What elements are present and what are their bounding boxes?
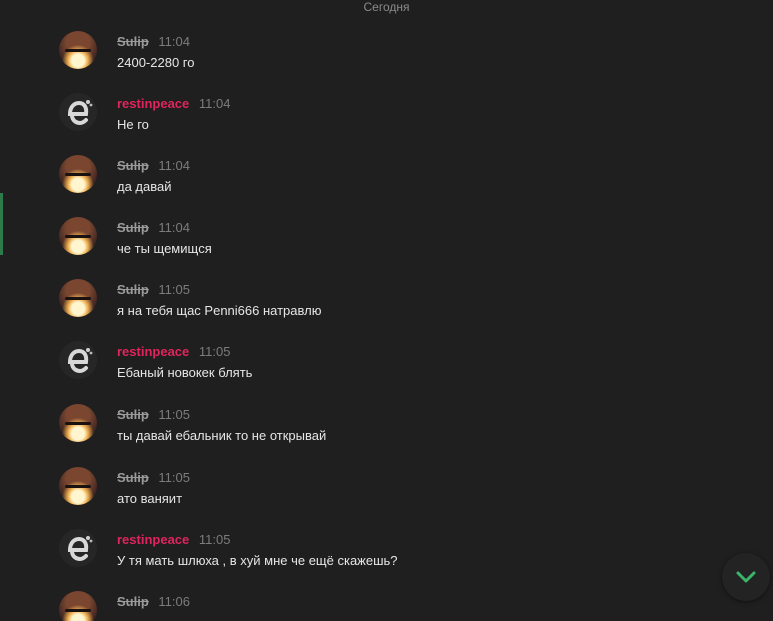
avatar[interactable] bbox=[59, 467, 97, 505]
message[interactable]: Sulip 11:06 bbox=[59, 591, 719, 621]
username[interactable]: Sulip bbox=[117, 407, 149, 422]
message-text: 2400-2280 го bbox=[117, 55, 195, 70]
message[interactable]: restinpeace 11:05 У тя мать шлюха , в ху… bbox=[59, 529, 719, 577]
message-text: я на тебя щас Penni666 натравлю bbox=[117, 303, 322, 318]
username[interactable]: restinpeace bbox=[117, 96, 189, 111]
message[interactable]: Sulip 11:05 ато ваняит bbox=[59, 467, 719, 515]
username[interactable]: Sulip bbox=[117, 220, 149, 235]
chat-view: Сегодня Sulip 11:04 2400-2280 го restinp… bbox=[0, 0, 773, 621]
timestamp: 11:05 bbox=[198, 532, 231, 547]
timestamp: 11:04 bbox=[158, 158, 190, 173]
avatar[interactable] bbox=[59, 341, 97, 379]
message-text: че ты щемищся bbox=[117, 241, 212, 256]
message-header: restinpeace 11:04 bbox=[117, 96, 230, 112]
avatar[interactable] bbox=[59, 591, 97, 621]
timestamp: 11:05 bbox=[158, 470, 190, 485]
message-header: Sulip 11:04 bbox=[117, 34, 190, 50]
message-text: У тя мать шлюха , в хуй мне че ещё скаже… bbox=[117, 553, 398, 568]
avatar[interactable] bbox=[59, 31, 97, 69]
avatar[interactable] bbox=[59, 529, 97, 567]
message-text: Не го bbox=[117, 117, 149, 132]
date-divider: Сегодня bbox=[0, 0, 773, 14]
username[interactable]: Sulip bbox=[117, 34, 149, 49]
message-header: restinpeace 11:05 bbox=[117, 532, 230, 548]
message-header: Sulip 11:04 bbox=[117, 158, 190, 174]
username[interactable]: restinpeace bbox=[117, 532, 189, 547]
timestamp: 11:05 bbox=[198, 344, 231, 359]
restinpeace-avatar-icon bbox=[59, 341, 97, 379]
username[interactable]: Sulip bbox=[117, 594, 149, 609]
avatar[interactable] bbox=[59, 279, 97, 317]
message[interactable]: Sulip 11:04 че ты щемищся bbox=[59, 217, 719, 265]
message-header: restinpeace 11:05 bbox=[117, 344, 230, 360]
username[interactable]: restinpeace bbox=[117, 344, 189, 359]
timestamp: 11:06 bbox=[158, 594, 190, 609]
message[interactable]: Sulip 11:04 2400-2280 го bbox=[59, 31, 719, 79]
username[interactable]: Sulip bbox=[117, 470, 149, 485]
message-text: ато ваняит bbox=[117, 491, 183, 506]
avatar[interactable] bbox=[59, 155, 97, 193]
message-text: да давай bbox=[117, 179, 172, 194]
restinpeace-avatar-icon bbox=[59, 93, 97, 131]
timestamp: 11:04 bbox=[158, 220, 190, 235]
avatar[interactable] bbox=[59, 93, 97, 131]
message-header: Sulip 11:05 bbox=[117, 282, 190, 298]
restinpeace-avatar-icon bbox=[59, 529, 97, 567]
message-header: Sulip 11:05 bbox=[117, 407, 190, 423]
message-text: Ебаный новокек блять bbox=[117, 365, 253, 380]
message-header: Sulip 11:05 bbox=[117, 470, 190, 486]
message[interactable]: Sulip 11:05 я на тебя щас Penni666 натра… bbox=[59, 279, 719, 327]
avatar[interactable] bbox=[59, 217, 97, 255]
message-text: ты давай ебальник то не открывай bbox=[117, 428, 327, 443]
message[interactable]: Sulip 11:05 ты давай ебальник то не откр… bbox=[59, 404, 719, 452]
timestamp: 11:05 bbox=[158, 407, 190, 422]
username[interactable]: Sulip bbox=[117, 282, 149, 297]
message-header: Sulip 11:04 bbox=[117, 220, 190, 236]
chevron-down-icon bbox=[736, 571, 756, 583]
message[interactable]: Sulip 11:04 да давай bbox=[59, 155, 719, 203]
unread-indicator-bar bbox=[0, 193, 3, 255]
timestamp: 11:04 bbox=[198, 96, 231, 111]
message-header: Sulip 11:06 bbox=[117, 594, 190, 610]
username[interactable]: Sulip bbox=[117, 158, 149, 173]
timestamp: 11:04 bbox=[158, 34, 190, 49]
date-divider-label: Сегодня bbox=[357, 0, 416, 14]
timestamp: 11:05 bbox=[158, 282, 190, 297]
avatar[interactable] bbox=[59, 404, 97, 442]
message[interactable]: restinpeace 11:05 Ебаный новокек блять bbox=[59, 341, 719, 389]
scroll-to-bottom-button[interactable] bbox=[722, 553, 770, 601]
message[interactable]: restinpeace 11:04 Не го bbox=[59, 93, 719, 141]
